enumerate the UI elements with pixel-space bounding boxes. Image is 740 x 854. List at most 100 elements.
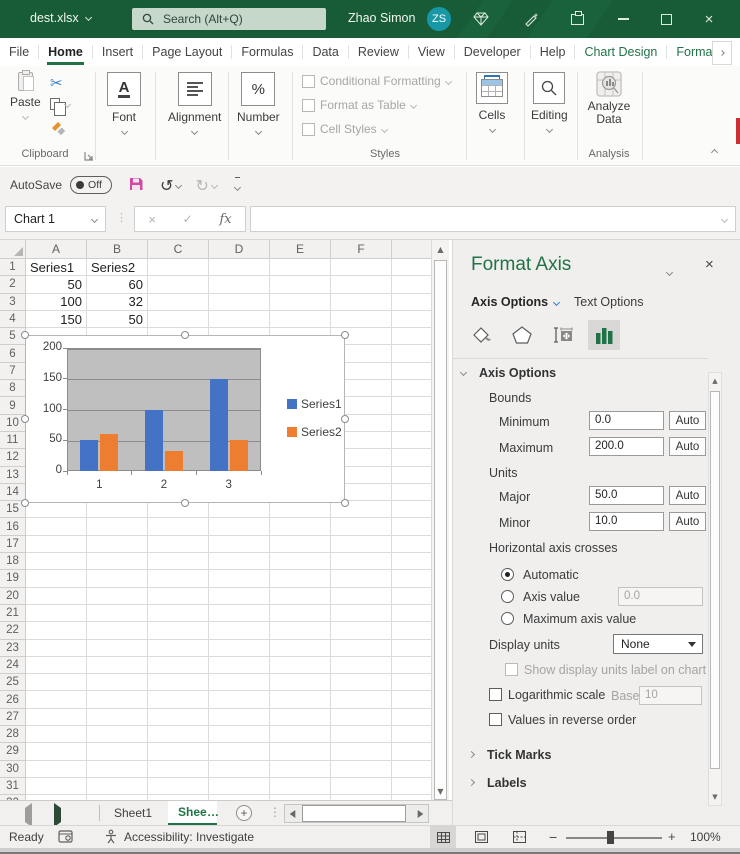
user-name[interactable]: Zhao Simon bbox=[348, 11, 415, 25]
cell-F2[interactable] bbox=[331, 276, 392, 293]
scroll-up-icon[interactable]: ▲ bbox=[432, 240, 449, 258]
effects-icon[interactable] bbox=[506, 320, 538, 350]
cell-B23[interactable] bbox=[87, 640, 148, 657]
minimum-input[interactable]: 0.0 bbox=[589, 411, 664, 430]
row-header-28[interactable]: 28 bbox=[0, 726, 26, 743]
cell-C20[interactable] bbox=[148, 588, 209, 605]
row-header-19[interactable]: 19 bbox=[0, 570, 26, 587]
row-header-16[interactable]: 16 bbox=[0, 518, 26, 535]
sheet-tab-ellipsis[interactable]: … bbox=[207, 805, 219, 819]
cell-E26[interactable] bbox=[270, 691, 331, 708]
cell-D25[interactable] bbox=[209, 674, 270, 691]
cell-partial-16[interactable] bbox=[392, 518, 431, 535]
column-header-a[interactable]: A bbox=[26, 240, 87, 259]
formula-input[interactable] bbox=[250, 206, 736, 232]
row-header-6[interactable]: 6 bbox=[0, 345, 26, 362]
cell-E31[interactable] bbox=[270, 778, 331, 795]
add-sheet-button[interactable]: + bbox=[236, 805, 252, 821]
cell-D30[interactable] bbox=[209, 761, 270, 778]
column-header-b[interactable]: B bbox=[87, 240, 148, 259]
cell-E17[interactable] bbox=[270, 536, 331, 553]
cell-D17[interactable] bbox=[209, 536, 270, 553]
cell-partial-24[interactable] bbox=[392, 657, 431, 674]
cell-C22[interactable] bbox=[148, 622, 209, 639]
cell-partial-12[interactable] bbox=[392, 449, 431, 466]
row-header-7[interactable]: 7 bbox=[0, 363, 26, 380]
row-header-13[interactable]: 13 bbox=[0, 467, 26, 484]
cell-D21[interactable] bbox=[209, 605, 270, 622]
tab-page-layout[interactable]: Page Layout bbox=[143, 38, 231, 66]
bar-series2-cat3[interactable] bbox=[230, 440, 248, 471]
number-group-button[interactable]: % Number bbox=[237, 72, 280, 134]
autosave-toggle[interactable]: Off bbox=[70, 176, 112, 194]
cell-D2[interactable] bbox=[209, 276, 270, 293]
cell-B29[interactable] bbox=[87, 743, 148, 760]
logarithmic-scale-label[interactable]: Logarithmic scale bbox=[508, 688, 605, 702]
cell-F20[interactable] bbox=[331, 588, 392, 605]
cell-D1[interactable] bbox=[209, 259, 270, 276]
sheet-nav-left-icon[interactable] bbox=[25, 808, 32, 822]
cell-F31[interactable] bbox=[331, 778, 392, 795]
page-break-preview-button[interactable] bbox=[506, 826, 532, 848]
tab-formulas[interactable]: Formulas bbox=[232, 38, 302, 66]
cell-D26[interactable] bbox=[209, 691, 270, 708]
cell-E30[interactable] bbox=[270, 761, 331, 778]
save-button[interactable] bbox=[128, 176, 144, 195]
avatar[interactable]: ZS bbox=[427, 7, 451, 31]
cell-A2[interactable]: 50 bbox=[26, 276, 87, 293]
cell-C2[interactable] bbox=[148, 276, 209, 293]
cell-A18[interactable] bbox=[26, 553, 87, 570]
cell-C23[interactable] bbox=[148, 640, 209, 657]
cell-F30[interactable] bbox=[331, 761, 392, 778]
cell-A17[interactable] bbox=[26, 536, 87, 553]
cell-partial-25[interactable] bbox=[392, 674, 431, 691]
cell-F29[interactable] bbox=[331, 743, 392, 760]
pane-close-icon[interactable]: × bbox=[705, 256, 714, 273]
legend-swatch-series1[interactable] bbox=[287, 399, 297, 409]
maximum-axis-value-radio[interactable] bbox=[501, 612, 514, 625]
cell-E4[interactable] bbox=[270, 311, 331, 328]
cell-partial-30[interactable] bbox=[392, 761, 431, 778]
cell-F1[interactable] bbox=[331, 259, 392, 276]
cell-C31[interactable] bbox=[148, 778, 209, 795]
zoom-slider-thumb[interactable] bbox=[607, 831, 614, 844]
sheet-tab-sheet1[interactable]: Sheet1 bbox=[104, 801, 162, 825]
selection-handle[interactable] bbox=[341, 499, 349, 507]
chart-options-icon[interactable] bbox=[588, 320, 620, 350]
grid-vertical-scrollbar[interactable]: ▲ ▼ bbox=[431, 240, 449, 800]
cell-B26[interactable] bbox=[87, 691, 148, 708]
tab-data[interactable]: Data bbox=[303, 38, 347, 66]
cell-A26[interactable] bbox=[26, 691, 87, 708]
cell-E22[interactable] bbox=[270, 622, 331, 639]
zoom-in-button[interactable]: + bbox=[668, 829, 676, 844]
row-header-18[interactable]: 18 bbox=[0, 553, 26, 570]
spreadsheet-grid[interactable]: ABCDEF1Series1Series22506031003241505056… bbox=[0, 240, 431, 800]
chevron-down-icon[interactable] bbox=[211, 181, 218, 188]
cell-B15[interactable] bbox=[87, 501, 148, 518]
paste-button[interactable]: Paste bbox=[10, 72, 41, 119]
scrollbar-thumb[interactable] bbox=[710, 391, 720, 769]
cell-C30[interactable] bbox=[148, 761, 209, 778]
cell-partial-5[interactable] bbox=[392, 328, 431, 345]
bar-series1-cat1[interactable] bbox=[80, 440, 98, 471]
redo-button[interactable]: ↻ bbox=[195, 176, 208, 195]
cell-D24[interactable] bbox=[209, 657, 270, 674]
cell-partial-1[interactable] bbox=[392, 259, 431, 276]
cell-B19[interactable] bbox=[87, 570, 148, 587]
cell-C15[interactable] bbox=[148, 501, 209, 518]
maximum-axis-value-label[interactable]: Maximum axis value bbox=[523, 612, 636, 626]
cell-E25[interactable] bbox=[270, 674, 331, 691]
cell-F24[interactable] bbox=[331, 657, 392, 674]
cell-partial-6[interactable] bbox=[392, 345, 431, 362]
cell-E16[interactable] bbox=[270, 518, 331, 535]
gem-icon[interactable] bbox=[470, 8, 492, 30]
cell-A31[interactable] bbox=[26, 778, 87, 795]
cell-D23[interactable] bbox=[209, 640, 270, 657]
cell-E27[interactable] bbox=[270, 709, 331, 726]
cell-partial-31[interactable] bbox=[392, 778, 431, 795]
legend-label-series2[interactable]: Series2 bbox=[301, 425, 342, 439]
bar-series1-cat2[interactable] bbox=[145, 410, 163, 472]
cell-A28[interactable] bbox=[26, 726, 87, 743]
bar-series2-cat2[interactable] bbox=[165, 451, 183, 471]
cut-button[interactable]: ✂ bbox=[50, 74, 63, 92]
